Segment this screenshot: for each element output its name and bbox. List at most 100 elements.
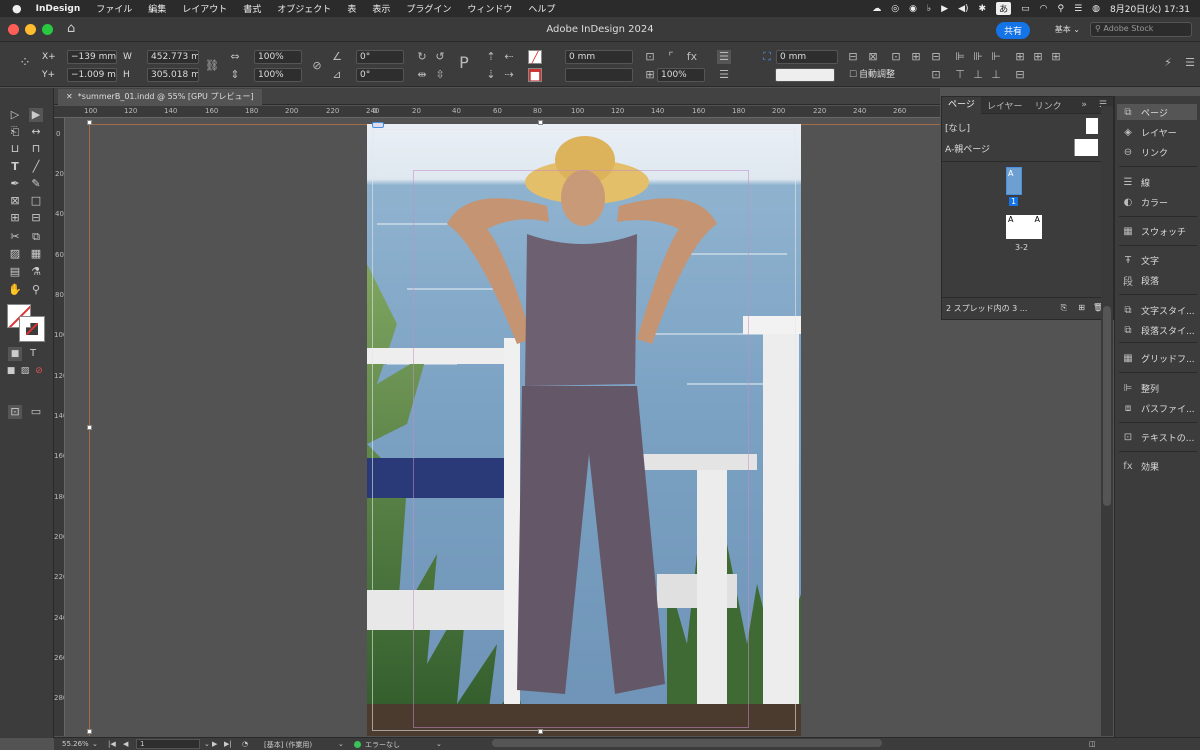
align-bottom-icon[interactable]: ⊥ — [989, 68, 1003, 82]
selection-handle[interactable] — [87, 729, 92, 734]
distribute-top-icon[interactable]: ⊟ — [1013, 68, 1027, 82]
gap-tool-icon[interactable]: ↔ — [29, 125, 43, 139]
minimize-button[interactable] — [25, 23, 36, 35]
rotate-cw-icon[interactable]: ↻ — [415, 50, 429, 64]
reference-point-icon[interactable]: ⁘ — [18, 56, 32, 70]
page-1-thumbnail[interactable]: A — [1006, 167, 1022, 195]
content-placer-icon[interactable]: ⊓ — [29, 142, 43, 156]
next-page-icon[interactable]: ▶ — [212, 740, 217, 748]
tab-links[interactable]: リンク — [1029, 99, 1068, 112]
menu-layout[interactable]: レイアウト — [174, 2, 235, 15]
content-aware-fit-icon[interactable]: ⊡ — [929, 68, 943, 82]
document-tab[interactable]: ✕ *summerB_01.indd @ 55% [GPU プレビュー] — [58, 89, 262, 105]
w-field[interactable]: 452.773 m — [147, 50, 199, 64]
menu-view[interactable]: 表示 — [364, 2, 398, 15]
zoom-tool-icon[interactable]: ⚲ — [29, 283, 43, 297]
select-container-icon[interactable]: ⇡ — [484, 50, 498, 64]
zoom-level[interactable]: 55.26% — [62, 740, 89, 748]
new-page-icon[interactable]: ⊞ — [1078, 303, 1085, 312]
scissors-tool-icon[interactable]: ✂ — [8, 230, 22, 244]
horizontal-ruler[interactable]: 100 120 140 160 180 200 220 240 0 20 40 … — [54, 106, 940, 118]
dock-pages[interactable]: ⧉ ページ — [1117, 104, 1197, 120]
distribute-left-icon[interactable]: ⊞ — [1013, 50, 1027, 64]
panel-menu-icon[interactable]: ☰ — [1183, 56, 1197, 70]
page-size-icon[interactable]: ⎘ — [1061, 303, 1067, 313]
selection-handle[interactable] — [87, 120, 92, 125]
shear-field[interactable]: 0° — [356, 68, 404, 82]
fit-content-frame-icon[interactable]: ⊟ — [846, 50, 860, 64]
vertical-scrollbar[interactable] — [1101, 106, 1113, 736]
split-view-icon[interactable]: ◫ — [1089, 740, 1096, 748]
content-collector-icon[interactable]: ⊔ — [8, 142, 22, 156]
gradient-feather-tool-icon[interactable]: ▦ — [29, 247, 43, 261]
formatting-text-icon[interactable]: T — [26, 347, 40, 361]
dock-align[interactable]: ⊫ 整列 — [1121, 380, 1159, 396]
free-transform-tool-icon[interactable]: ⧉ — [29, 230, 43, 244]
dock-pathfinder[interactable]: ⧈ パスファイ... — [1121, 400, 1195, 416]
line-tool-icon[interactable]: ╱ — [29, 160, 43, 174]
page-number-field[interactable]: 1 — [136, 739, 200, 749]
pasteboard[interactable] — [65, 118, 940, 736]
menu-object[interactable]: オブジェクト — [269, 2, 339, 15]
fx-icon[interactable]: fx — [685, 50, 699, 64]
formatting-container-icon[interactable]: ■ — [8, 347, 22, 361]
creative-cloud-icon[interactable]: ◎ — [891, 4, 899, 14]
dock-character[interactable]: Ŧ 文字 — [1121, 252, 1159, 268]
spread-thumbnail[interactable]: AA — [1006, 215, 1042, 239]
scale-x-field[interactable]: 100% — [254, 50, 302, 64]
vertical-scroll-thumb[interactable] — [1103, 306, 1111, 506]
preview-mode-icon[interactable]: ⊡ — [8, 405, 22, 419]
tab-pages[interactable]: ページ — [942, 96, 981, 114]
page-tool-icon[interactable]: ⎗ — [8, 125, 22, 139]
direct-selection-tool-icon[interactable]: ▶ — [29, 108, 43, 122]
menu-type[interactable]: 書式 — [235, 2, 269, 15]
menu-edit[interactable]: 編集 — [140, 2, 174, 15]
opacity-field[interactable]: 100% — [657, 68, 705, 82]
fill-swatch-icon[interactable]: ╱ — [528, 50, 542, 64]
stroke-weight-field[interactable]: 0 mm — [565, 50, 633, 64]
search-icon[interactable]: ⚲ — [1057, 4, 1064, 14]
flip-horizontal-icon[interactable]: ⇹ — [415, 68, 429, 82]
fill-frame-icon[interactable]: ⊞ — [909, 50, 923, 64]
clock[interactable]: 8月20日(火) 17:31 — [1110, 2, 1190, 15]
x-field[interactable]: −139 mm — [67, 50, 117, 64]
horizontal-scroll-thumb[interactable] — [492, 739, 882, 747]
play-icon[interactable]: ▶ — [941, 4, 948, 14]
note-tool-icon[interactable]: ▤ — [8, 265, 22, 279]
dock-character-styles[interactable]: ⧉ 文字スタイ... — [1121, 302, 1194, 318]
none-parent-label[interactable]: [なし] — [945, 121, 970, 134]
menu-plugins[interactable]: プラグイン — [398, 2, 459, 15]
dock-paragraph[interactable]: 段段落 — [1121, 272, 1159, 288]
apply-gradient-icon[interactable]: ▨ — [18, 364, 32, 378]
rectangle-frame-tool-icon[interactable]: ⊠ — [8, 194, 22, 208]
align-center-icon[interactable]: ⊪ — [971, 50, 985, 64]
siri-icon[interactable]: ◍ — [1092, 4, 1100, 14]
screen-mode-icon[interactable]: ▭ — [29, 405, 43, 419]
eyedropper-tool-icon[interactable]: ⚗ — [29, 265, 43, 279]
menu-file[interactable]: ファイル — [88, 2, 140, 15]
workspace-switcher[interactable]: 基本 ⌄ — [1055, 24, 1080, 35]
home-icon[interactable]: ⌂ — [67, 22, 81, 35]
align-left-icon[interactable]: ⊫ — [953, 50, 967, 64]
app-menu[interactable]: InDesign — [28, 4, 89, 14]
previous-page-icon[interactable]: ◀ — [123, 740, 128, 748]
wifi-icon[interactable]: ◠ — [1040, 4, 1048, 14]
rectangle-tool-icon[interactable]: □ — [29, 194, 43, 208]
type-tool-icon[interactable]: T — [8, 160, 22, 174]
dock-swatches[interactable]: ▦ スウォッチ — [1121, 223, 1186, 239]
page-history-icon[interactable]: ◔ — [242, 740, 248, 748]
align-right-icon[interactable]: ⊩ — [989, 50, 1003, 64]
fill-stroke-swatches[interactable] — [7, 304, 45, 342]
input-method-icon[interactable]: あ — [996, 2, 1012, 15]
align-top-icon[interactable]: ⊤ — [953, 68, 967, 82]
scale-y-field[interactable]: 100% — [254, 68, 302, 82]
center-content-icon[interactable]: ⊡ — [889, 50, 903, 64]
spread-label[interactable]: 3-2 — [1015, 243, 1028, 252]
none-parent-thumbnail[interactable] — [1086, 118, 1098, 134]
dock-paragraph-styles[interactable]: ⧉ 段落スタイ... — [1121, 322, 1194, 338]
dock-layers[interactable]: ◈ レイヤー — [1121, 124, 1177, 140]
style-status[interactable]: [基本] (作業用) — [264, 740, 312, 750]
apply-none-icon[interactable]: ⊘ — [32, 364, 46, 378]
a-parent-thumbnail[interactable] — [1074, 139, 1098, 156]
hand-tool-icon[interactable]: ✋ — [8, 283, 22, 297]
